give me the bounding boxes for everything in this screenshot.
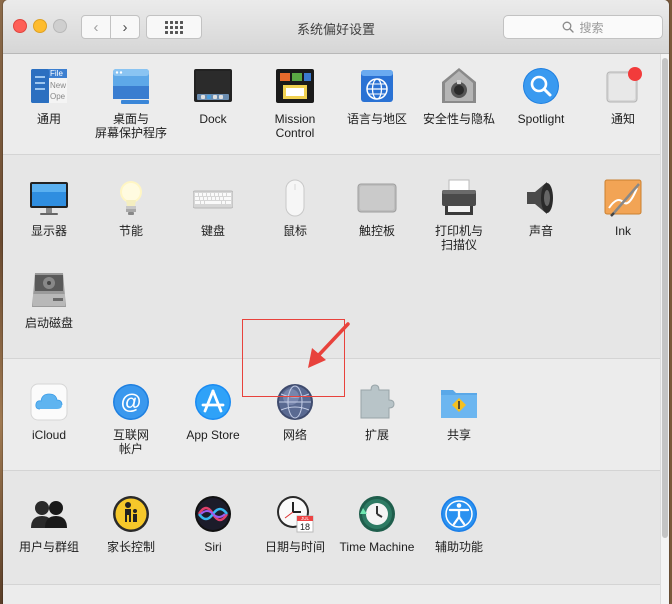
general-icon: File New Ope (29, 66, 69, 106)
pane-startup-disk[interactable]: 启动磁盘 (8, 270, 90, 330)
keyboard-icon (192, 178, 234, 218)
pane-label: Spotlight (517, 112, 565, 126)
trackpad-icon (357, 178, 397, 218)
pane-label: 键盘 (200, 224, 225, 238)
pane-label: 日期与时间 (264, 540, 325, 554)
svg-text:File: File (50, 69, 63, 78)
pane-label: 触控板 (358, 224, 395, 238)
pane-displays[interactable]: 显示器 (8, 178, 90, 238)
users-groups-icon (29, 494, 69, 534)
svg-text:18: 18 (300, 522, 310, 532)
pane-label: 语言与地区 (346, 112, 407, 126)
startup-disk-icon (29, 270, 69, 310)
svg-text:JUL: JUL (301, 516, 309, 521)
pane-mouse[interactable]: 鼠标 (254, 178, 336, 238)
pane-printers-scanners[interactable]: 打印机与 扫描仪 (418, 178, 500, 252)
sound-icon (521, 178, 561, 218)
pane-label: 打印机与 扫描仪 (434, 224, 483, 252)
titlebar: ‹ › 系统偏好设置 搜索 (3, 0, 669, 54)
section-other (3, 584, 660, 604)
energy-saver-icon (111, 178, 151, 218)
search-placeholder: 搜索 (579, 20, 604, 35)
pane-label: 启动磁盘 (24, 316, 73, 330)
search-field[interactable]: 搜索 (503, 15, 663, 39)
ink-icon (603, 178, 643, 218)
displays-icon (29, 178, 69, 218)
scrollbar-thumb[interactable] (662, 58, 668, 538)
pane-extensions[interactable]: 扩展 (336, 382, 418, 442)
internet-accounts-icon: @ (111, 382, 151, 422)
pane-security-privacy[interactable]: 安全性与隐私 (418, 66, 500, 126)
pane-sound[interactable]: 声音 (500, 178, 582, 238)
pane-desktop-screensaver[interactable]: 桌面与 屏幕保护程序 (90, 66, 172, 140)
pane-label: Mission Control (274, 112, 316, 140)
pane-accessibility[interactable]: 辅助功能 (418, 494, 500, 554)
dock-icon (193, 66, 233, 106)
pane-label: 显示器 (30, 224, 67, 238)
pane-label: 声音 (528, 224, 553, 238)
pane-label: Dock (199, 112, 227, 126)
pane-internet-accounts[interactable]: @ 互联网 帐户 (90, 382, 172, 456)
pane-sharing[interactable]: 共享 (418, 382, 500, 442)
sharing-icon (439, 382, 479, 422)
pane-label: 网络 (282, 428, 307, 442)
security-privacy-icon (439, 66, 479, 106)
spotlight-icon (521, 66, 561, 106)
pane-label: 扩展 (364, 428, 389, 442)
svg-text:Ope: Ope (50, 92, 66, 101)
desktop-screensaver-icon (111, 66, 151, 106)
extensions-icon (357, 382, 397, 422)
parental-controls-icon (111, 494, 151, 534)
svg-text:@: @ (121, 391, 141, 414)
pane-ink[interactable]: Ink (582, 178, 664, 238)
app-store-icon (193, 382, 233, 422)
pane-label: Ink (614, 224, 631, 238)
pane-keyboard[interactable]: 键盘 (172, 178, 254, 238)
pane-parental-controls[interactable]: 家长控制 (90, 494, 172, 554)
pane-label: Siri (204, 540, 222, 554)
time-machine-icon (357, 494, 397, 534)
pane-label: iCloud (31, 428, 67, 442)
pane-label: Time Machine (339, 540, 415, 554)
pane-label: 桌面与 屏幕保护程序 (94, 112, 167, 140)
pane-time-machine[interactable]: Time Machine (336, 494, 418, 554)
pane-date-time[interactable]: JUL 18 日期与时间 (254, 494, 336, 554)
pane-dock[interactable]: Dock (172, 66, 254, 126)
pane-label: 节能 (118, 224, 143, 238)
pane-label: 家长控制 (106, 540, 155, 554)
printers-scanners-icon (439, 178, 479, 218)
pane-notifications[interactable]: 通知 (582, 66, 664, 126)
pane-label: 安全性与隐私 (422, 112, 495, 126)
siri-icon (193, 494, 233, 534)
pane-siri[interactable]: Siri (172, 494, 254, 554)
pane-label: 辅助功能 (434, 540, 483, 554)
language-region-icon (357, 66, 397, 106)
pane-trackpad[interactable]: 触控板 (336, 178, 418, 238)
pane-label: 共享 (446, 428, 471, 442)
pane-label: 互联网 帐户 (112, 428, 149, 456)
pane-label: 通知 (610, 112, 635, 126)
notifications-icon (603, 66, 643, 106)
pane-label: App Store (186, 428, 240, 442)
icloud-icon (29, 382, 69, 422)
search-icon (563, 21, 575, 33)
accessibility-icon (439, 494, 479, 534)
pane-users-groups[interactable]: 用户与群组 (8, 494, 90, 554)
system-preferences-window: ‹ › 系统偏好设置 搜索 File New Ope 通用 桌面与 屏幕保护程序… (3, 0, 669, 604)
annotation-arrow-icon (308, 322, 350, 368)
pane-label: 鼠标 (282, 224, 307, 238)
pane-language-region[interactable]: 语言与地区 (336, 66, 418, 126)
pane-label: 通用 (36, 112, 61, 126)
pane-spotlight[interactable]: Spotlight (500, 66, 582, 126)
mouse-icon (275, 178, 315, 218)
pane-general[interactable]: File New Ope 通用 (8, 66, 90, 126)
pane-label: 用户与群组 (18, 540, 79, 554)
pane-energy-saver[interactable]: 节能 (90, 178, 172, 238)
mission-control-icon (275, 66, 315, 106)
pane-icloud[interactable]: iCloud (8, 382, 90, 442)
pane-mission-control[interactable]: Mission Control (254, 66, 336, 140)
date-time-icon: JUL 18 (275, 494, 315, 534)
svg-text:New: New (50, 81, 66, 90)
